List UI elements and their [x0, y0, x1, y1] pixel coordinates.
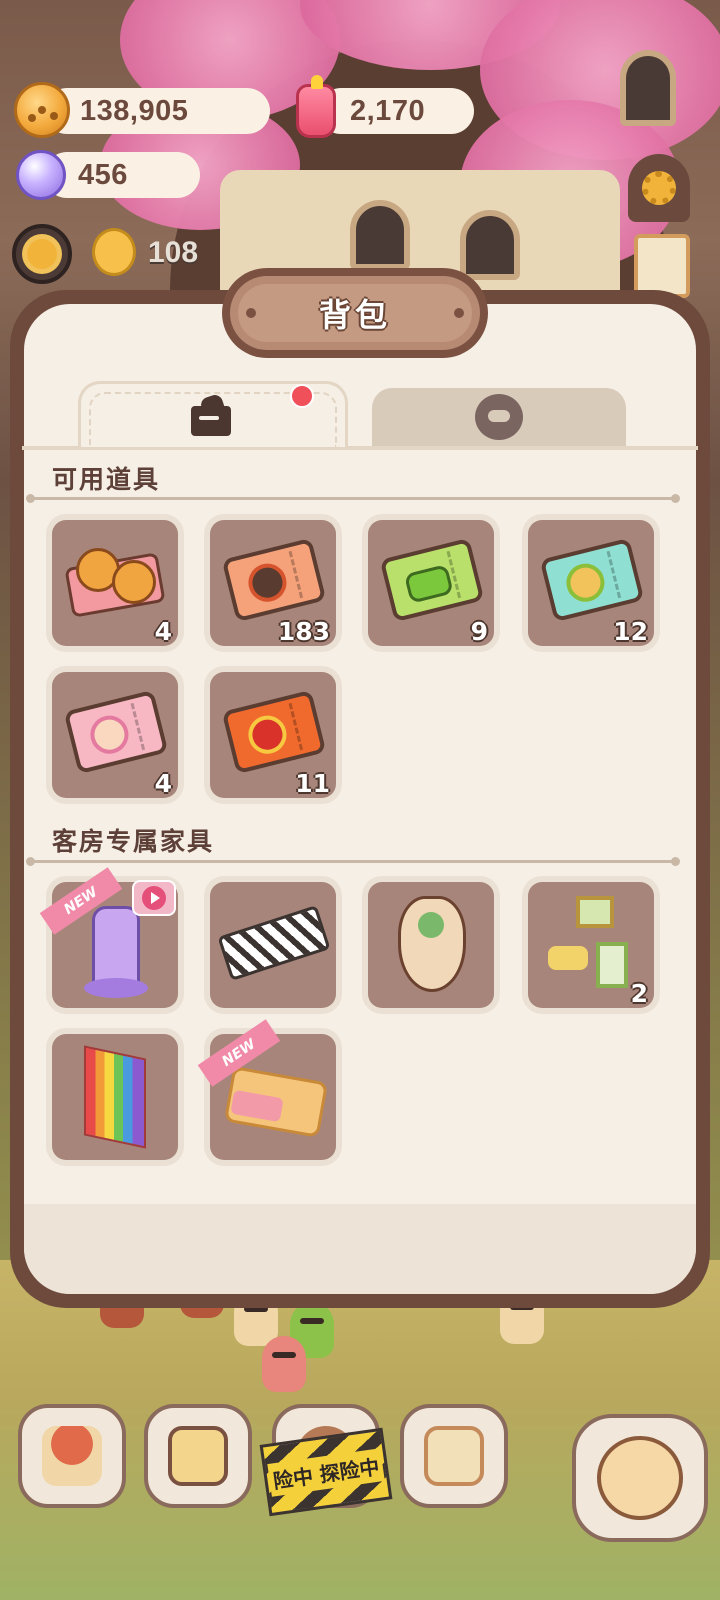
item-slot-pink-ticket[interactable]: 4 [46, 666, 184, 804]
item-slot-cracker[interactable]: 4 [46, 514, 184, 652]
plaque-rivet [454, 308, 464, 318]
gear-icon [642, 171, 676, 205]
furniture-slot-zebra-rug[interactable] [204, 876, 342, 1014]
zebra-rug-icon [217, 905, 331, 981]
furniture-slot-rainbow-flag[interactable] [46, 1028, 184, 1166]
red-lion-dance-ticket-icon [221, 689, 327, 775]
furniture-slot-frame-shelf[interactable]: 2 [522, 876, 660, 1014]
stamp-card-button[interactable] [634, 234, 690, 298]
crystal-counter[interactable]: 456 [44, 152, 200, 198]
furniture-slot-biscuit-bed[interactable]: NEW [197, 1019, 342, 1166]
section-title-furniture: 客房专属家具 [52, 827, 215, 856]
item-slot-bg [52, 1034, 178, 1160]
plaque-rivet [246, 308, 256, 318]
sun-icon [27, 239, 57, 269]
item-slot-teal-ticket[interactable]: 12 [522, 514, 660, 652]
level-badge[interactable] [12, 224, 72, 284]
panel-title-plaque: 背包 [222, 268, 488, 358]
item-slot-bg [210, 882, 336, 1008]
picture-frame [596, 942, 628, 988]
section-divider [26, 857, 680, 866]
tab-cookies[interactable] [372, 388, 626, 446]
notification-dot [290, 384, 314, 408]
house-door [460, 210, 520, 280]
cookie-face-icon [475, 394, 523, 440]
panel-title: 背包 [318, 296, 391, 334]
rainbow-flag-icon [84, 1045, 146, 1149]
play-icon [142, 886, 166, 910]
green-car-ticket-icon [379, 537, 485, 623]
item-count: 11 [295, 769, 330, 798]
cracker-biscuit [112, 560, 156, 604]
nav-furniture-button[interactable] [400, 1404, 508, 1508]
section-title-usable: 可用道具 [52, 465, 161, 494]
clipboard-heart-icon [168, 1426, 228, 1486]
item-count: 12 [613, 617, 648, 646]
nav-quest-button[interactable] [144, 1404, 252, 1508]
item-slot-bg [368, 882, 494, 1008]
kite-detail [418, 912, 444, 938]
adventure-banner-text: 险中 探险中 [266, 1447, 386, 1497]
panel-footer [24, 1204, 696, 1294]
cat-tower-base [84, 978, 148, 998]
item-slot-green-ticket[interactable]: 9 [362, 514, 500, 652]
furniture-slot-cat-tower[interactable]: NEW [39, 867, 184, 1014]
coin-amount: 138,905 [80, 94, 189, 127]
jelly-counter[interactable]: 2,170 [318, 88, 474, 134]
cookie-character[interactable] [262, 1336, 306, 1392]
furniture-slot-bird-kite[interactable] [362, 876, 500, 1014]
nav-pet-button[interactable] [572, 1414, 708, 1542]
video-ad-button[interactable] [132, 880, 176, 916]
house-window [350, 200, 410, 270]
settings-button[interactable] [628, 154, 690, 222]
coin-icon [14, 82, 70, 138]
frame-shelf-decor-icon [576, 896, 614, 928]
crystal-icon [16, 150, 66, 200]
coin-counter[interactable]: 138,905 [44, 88, 270, 134]
mushroom-house-icon [42, 1426, 102, 1486]
shelf-decor [548, 946, 588, 970]
teal-laurel-ticket-icon [539, 537, 645, 623]
furniture-shop-icon [424, 1426, 484, 1486]
chick-icon [92, 228, 136, 276]
item-slot-orange-ticket[interactable]: 183 [204, 514, 342, 652]
item-count: 2 [630, 979, 648, 1008]
level-number: 108 [148, 236, 199, 269]
nav-home-button[interactable] [18, 1404, 126, 1508]
item-slot-red-ticket[interactable]: 11 [204, 666, 342, 804]
house-window [620, 50, 676, 126]
section-divider [26, 494, 680, 503]
item-count: 183 [277, 617, 330, 646]
crystal-amount: 456 [78, 158, 128, 191]
orange-ferris-ticket-icon [221, 537, 327, 623]
jelly-amount: 2,170 [350, 94, 426, 127]
item-count: 9 [470, 617, 488, 646]
bird-kite-icon [398, 896, 466, 992]
pink-character-ticket-icon [63, 689, 169, 775]
bag-icon [191, 392, 235, 436]
item-count: 4 [154, 769, 172, 798]
item-count: 4 [154, 617, 172, 646]
cat-fish-icon [597, 1436, 683, 1520]
jelly-icon [296, 75, 336, 138]
